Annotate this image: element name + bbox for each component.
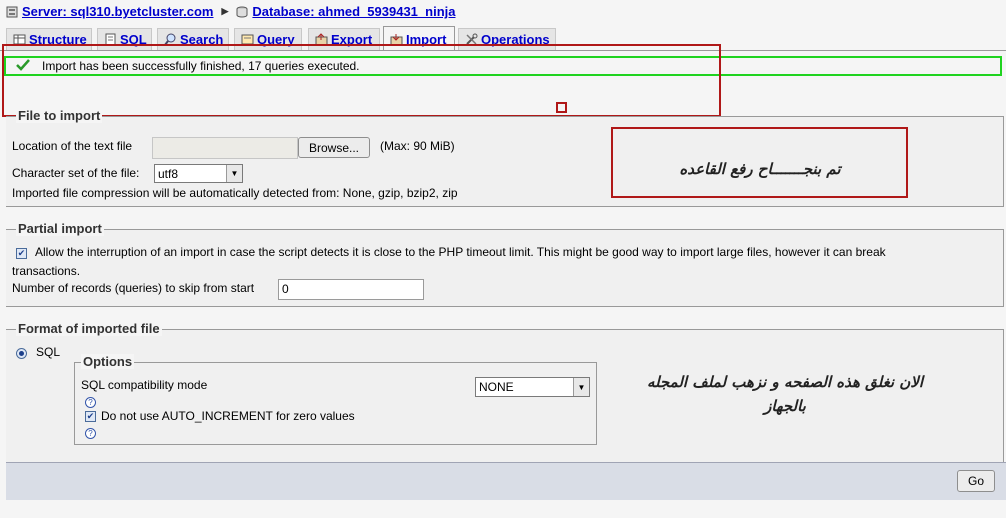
annotation-marker-small <box>556 102 567 113</box>
options-legend: Options <box>81 354 135 369</box>
compat-label: SQL compatibility mode <box>81 378 208 392</box>
radio-dot <box>19 351 24 356</box>
skip-input[interactable]: 0 <box>278 279 424 300</box>
compat-value: NONE <box>479 380 514 394</box>
annotation-text-next-step: الان نغلق هذه الصفحه و نزهب لملف المجله … <box>620 370 950 418</box>
server-icon <box>6 6 18 18</box>
annotation-line-2: بالجهاز <box>764 397 806 415</box>
database-link[interactable]: Database: ahmed_5939431_ninja <box>252 4 455 19</box>
compat-select[interactable]: NONE ▼ <box>475 377 590 397</box>
charset-value: utf8 <box>158 166 179 181</box>
max-size-label: (Max: 90 MiB) <box>380 139 455 153</box>
go-button[interactable]: Go <box>957 470 995 492</box>
fieldset-legend: Partial import <box>16 221 104 236</box>
location-label: Location of the text file <box>12 139 133 153</box>
compression-note: Imported file compression will be automa… <box>12 186 458 200</box>
help-icon[interactable]: ? <box>85 428 96 439</box>
chevron-down-icon: ▼ <box>573 378 589 396</box>
chevron-down-icon: ▼ <box>226 165 242 182</box>
annotation-text-success: تم بنجـــــــاح رفع القاعده <box>679 160 841 178</box>
interrupt-label-cont: transactions. <box>12 264 81 278</box>
form-footer <box>6 462 1006 500</box>
breadcrumb-arrow-icon: ▶ <box>221 6 229 16</box>
auto-increment-checkbox[interactable]: ✔ <box>85 411 96 422</box>
breadcrumb: Server: sql310.byetcluster.com ▶ Databas… <box>6 4 455 19</box>
sql-label: SQL <box>36 345 61 359</box>
annotation-box-top <box>2 44 721 117</box>
file-path-input[interactable] <box>152 137 298 159</box>
interrupt-checkbox[interactable]: ✔ <box>16 248 27 259</box>
database-icon <box>236 6 248 18</box>
fieldset-legend: Format of imported file <box>16 321 162 336</box>
annotation-line-1: الان نغلق هذه الصفحه و نزهب لملف المجله <box>646 373 924 391</box>
sql-radio[interactable] <box>16 348 27 359</box>
charset-select[interactable]: utf8 ▼ <box>154 164 243 183</box>
skip-label: Number of records (queries) to skip from… <box>12 281 255 295</box>
browse-button[interactable]: Browse... <box>298 137 370 158</box>
interrupt-label: Allow the interruption of an import in c… <box>35 245 886 259</box>
charset-label: Character set of the file: <box>12 166 140 180</box>
partial-import-fieldset: Partial import ✔ Allow the interruption … <box>6 221 1004 307</box>
fieldset-legend: File to import <box>16 108 103 123</box>
server-link[interactable]: Server: sql310.byetcluster.com <box>22 4 214 19</box>
auto-increment-label: Do not use AUTO_INCREMENT for zero value… <box>101 409 355 423</box>
options-fieldset: Options SQL compatibility mode NONE ▼ ? … <box>74 354 597 445</box>
help-icon[interactable]: ? <box>85 397 96 408</box>
